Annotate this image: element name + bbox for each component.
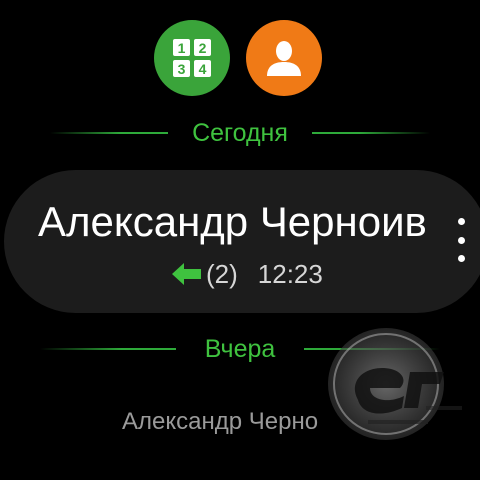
- keypad-icon: 1 2 3 4: [173, 39, 211, 77]
- call-log-item[interactable]: Александр Черно: [122, 406, 336, 438]
- call-count: (2): [206, 258, 238, 289]
- more-options-button[interactable]: [452, 218, 470, 262]
- keypad-digit-3: 3: [178, 61, 186, 77]
- keypad-button[interactable]: 1 2 3 4: [154, 20, 230, 96]
- more-vertical-icon-dot: [457, 236, 465, 244]
- more-vertical-icon-dot: [457, 218, 465, 225]
- section-header-today: Сегодня: [0, 118, 480, 148]
- keypad-digit-1: 1: [178, 40, 186, 56]
- call-details: (2) 12:23: [172, 258, 323, 290]
- caller-name: Александр Черноив: [38, 198, 427, 245]
- incoming-arrow-icon: [172, 263, 201, 285]
- keypad-digit-4: 4: [199, 61, 207, 77]
- watermark-logo: [328, 328, 462, 440]
- more-vertical-icon-dot: [457, 255, 465, 262]
- divider-right: [312, 132, 430, 134]
- keypad-digit-2: 2: [199, 40, 207, 56]
- call-time: 12:23: [257, 258, 323, 289]
- contact-person-icon: [267, 41, 301, 76]
- contacts-button[interactable]: [246, 20, 322, 96]
